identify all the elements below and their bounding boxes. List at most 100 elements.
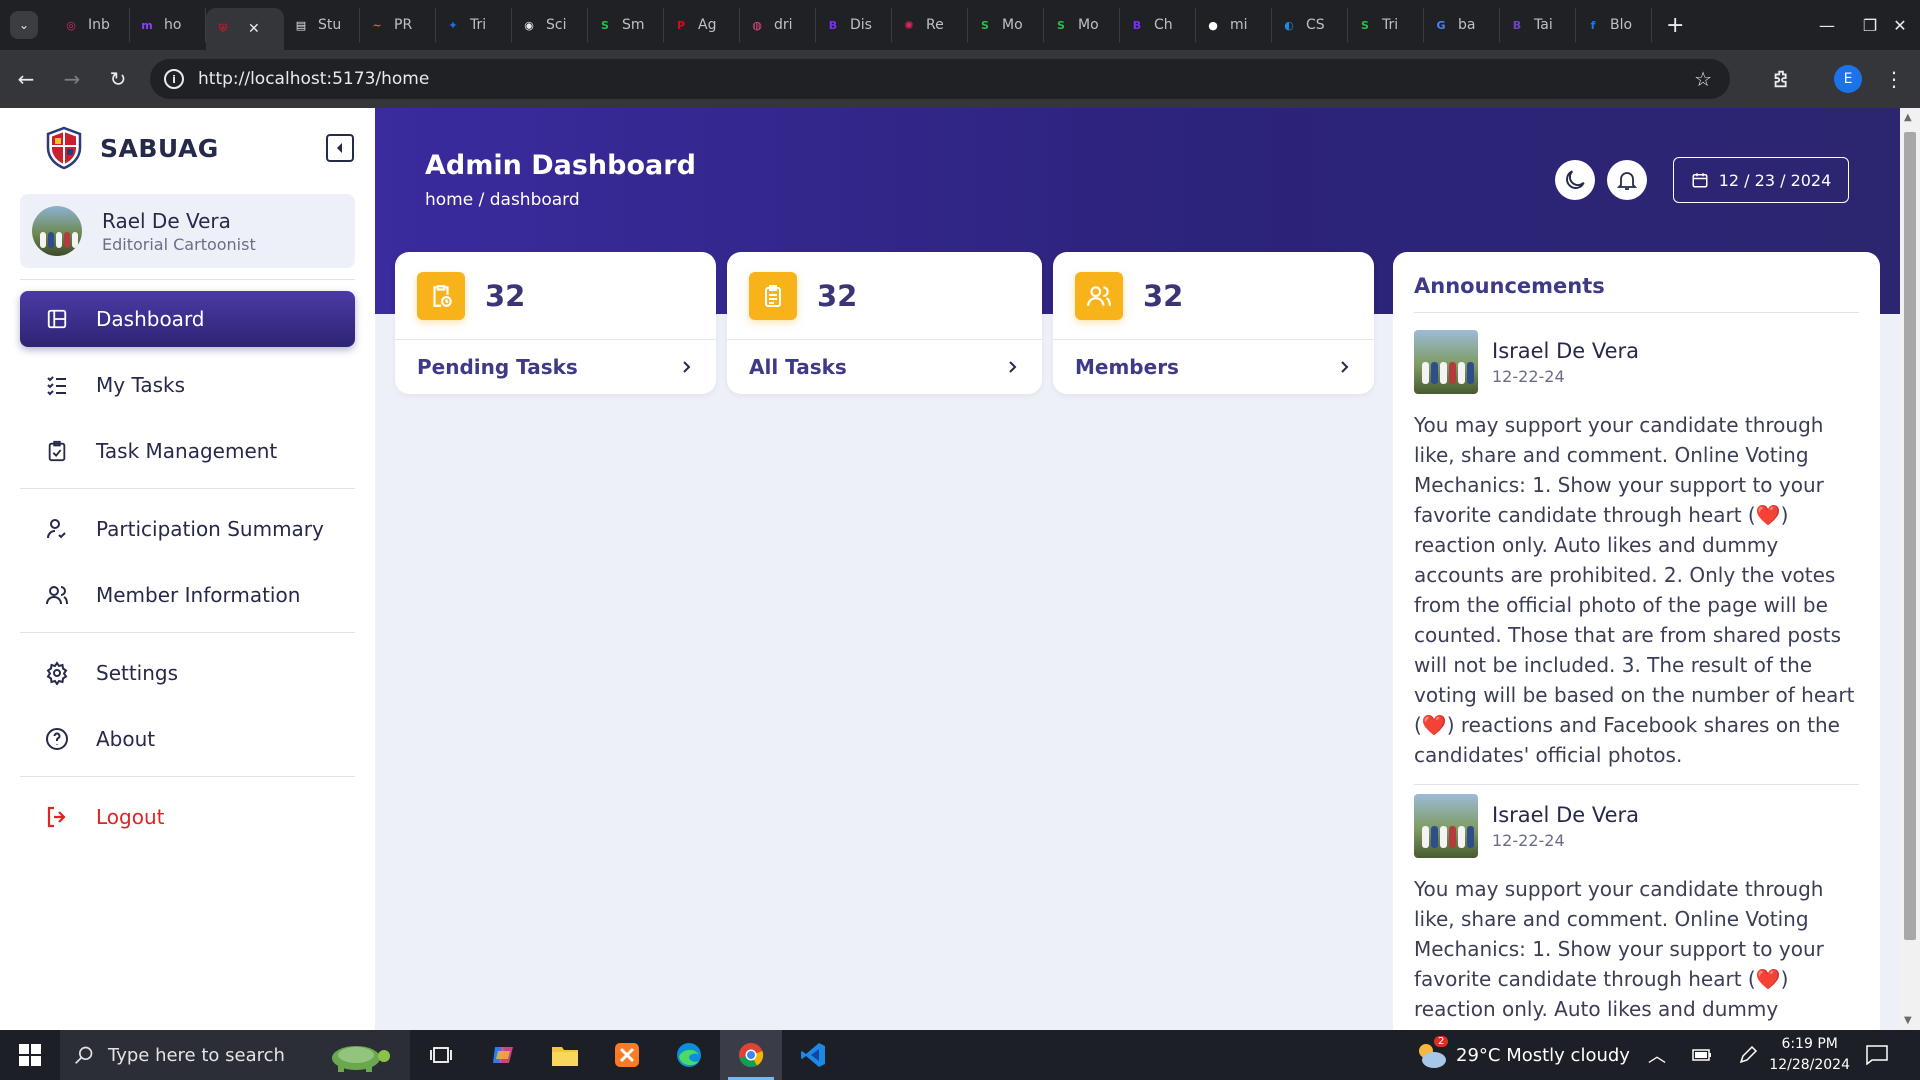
browser-tab[interactable]: f Blo xyxy=(1576,8,1652,42)
brand-name: SABUAG xyxy=(100,133,219,163)
browser-tab[interactable]: ⛨ ✕ xyxy=(206,8,284,50)
taskbar-clock[interactable]: 6:19 PM 12/28/2024 xyxy=(1769,1034,1850,1076)
browser-tab[interactable]: ◐ CS xyxy=(1272,8,1348,42)
sidebar-item-task-management[interactable]: Task Management xyxy=(20,423,355,479)
sidebar-item-logout[interactable]: Logout xyxy=(20,789,355,845)
browser-tab[interactable]: P Ag xyxy=(664,8,740,42)
taskbar-search-box[interactable]: Type here to search xyxy=(60,1030,410,1080)
sidebar-item-member-information[interactable]: Member Information xyxy=(20,567,355,623)
chrome-icon[interactable] xyxy=(720,1030,782,1080)
sidebar-collapse-icon[interactable] xyxy=(326,134,354,162)
stat-card-pending-tasks[interactable]: 32 Pending Tasks xyxy=(395,252,716,394)
tab-favicon-icon: ⛨ xyxy=(218,22,228,35)
tab-label: Blo xyxy=(1610,17,1633,33)
browser-tab[interactable]: ▤ Stu xyxy=(284,8,360,42)
browser-tab[interactable]: B Dis xyxy=(816,8,892,42)
profile-avatar[interactable]: E xyxy=(1828,59,1868,99)
sidebar-item-label: My Tasks xyxy=(96,373,186,397)
sidebar-item-dashboard[interactable]: Dashboard xyxy=(20,291,355,347)
scroll-up-icon[interactable]: ▲ xyxy=(1904,112,1912,123)
clock-time: 6:19 PM xyxy=(1781,1036,1838,1052)
page-scrollbar[interactable]: ▲ ▼ xyxy=(1900,108,1920,1030)
announcements-panel[interactable]: Announcements Israel De Vera 12-22-24 Yo… xyxy=(1393,252,1880,1030)
back-icon[interactable]: ← xyxy=(6,59,46,99)
logout-icon xyxy=(44,804,70,830)
notification-center-icon[interactable] xyxy=(1866,1030,1888,1080)
announcements-title: Announcements xyxy=(1414,274,1605,298)
browser-tab[interactable]: ◎ Inb xyxy=(54,8,130,42)
dark-mode-toggle[interactable] xyxy=(1555,160,1595,200)
tab-search-dropdown-icon[interactable]: ⌄ xyxy=(10,11,38,39)
browser-tab[interactable]: S Mo xyxy=(1044,8,1120,42)
browser-tab[interactable]: ~ PR xyxy=(360,8,436,42)
minimize-icon[interactable]: — xyxy=(1802,0,1852,50)
moon-icon xyxy=(1566,170,1585,189)
scrollbar-thumb[interactable] xyxy=(1904,132,1916,940)
chevron-up-icon[interactable]: ︿ xyxy=(1648,1042,1666,1068)
avatar xyxy=(32,206,82,256)
sidebar-item-participation-summary[interactable]: Participation Summary xyxy=(20,501,355,557)
browser-tab[interactable]: S Sm xyxy=(588,8,664,42)
sidebar-item-my-tasks[interactable]: My Tasks xyxy=(20,357,355,413)
reload-icon[interactable]: ↻ xyxy=(98,59,138,99)
browser-menu-icon[interactable]: ⋮ xyxy=(1874,59,1914,99)
stat-card-members[interactable]: 32 Members xyxy=(1053,252,1374,394)
address-bar[interactable]: i http://localhost:5173/home ☆ xyxy=(150,59,1730,99)
breadcrumb[interactable]: home / dashboard xyxy=(425,190,580,210)
browser-tab[interactable]: ◍ dri xyxy=(740,8,816,42)
new-tab-icon[interactable]: + xyxy=(1666,13,1684,38)
forward-icon[interactable]: → xyxy=(52,59,92,99)
browser-tab[interactable]: m ho xyxy=(130,8,206,42)
browser-tab[interactable]: B Ch xyxy=(1120,8,1196,42)
battery-icon[interactable] xyxy=(1692,1048,1712,1062)
url-text[interactable]: http://localhost:5173/home xyxy=(198,69,429,89)
weather-widget[interactable]: 2 29°C Mostly cloudy xyxy=(1414,1030,1630,1080)
browser-tab[interactable]: B Tai xyxy=(1500,8,1576,42)
start-button[interactable] xyxy=(0,1030,60,1080)
tab-strip: ◎ Inb m ho ⛨ ✕ ▤ Stu ~ PR ✦ Tri ◉ Sci S Sm P Ag ◍ dri B Dis ✺ R… xyxy=(54,0,1652,50)
copilot-icon[interactable] xyxy=(472,1030,534,1080)
bookmark-star-icon[interactable]: ☆ xyxy=(1694,67,1712,91)
file-explorer-icon[interactable] xyxy=(534,1030,596,1080)
browser-tab[interactable]: S Mo xyxy=(968,8,1044,42)
browser-tab[interactable]: S Tri xyxy=(1348,8,1424,42)
xampp-icon[interactable] xyxy=(596,1030,658,1080)
stat-label: Pending Tasks xyxy=(417,355,578,379)
tab-favicon-icon: ◍ xyxy=(752,18,762,32)
edge-icon[interactable] xyxy=(658,1030,720,1080)
task-view-icon[interactable] xyxy=(410,1030,472,1080)
user-check-icon xyxy=(44,516,70,542)
sidebar-item-label: Dashboard xyxy=(96,307,205,331)
sidebar-item-settings[interactable]: Settings xyxy=(20,645,355,701)
browser-tab[interactable]: ● mi xyxy=(1196,8,1272,42)
tab-label: Re xyxy=(926,17,944,33)
user-profile-card[interactable]: Rael De Vera Editorial Cartoonist xyxy=(20,194,355,268)
sidebar-item-label: Participation Summary xyxy=(96,517,324,541)
divider xyxy=(20,279,355,280)
system-tray: ︿ xyxy=(1648,1030,1758,1080)
browser-tab-bar: ⌄ ◎ Inb m ho ⛨ ✕ ▤ Stu ~ PR ✦ Tri ◉ Sci S Sm P Ag ◍ dri B Dis… xyxy=(0,0,1920,50)
dashboard-icon xyxy=(44,306,70,332)
pen-icon[interactable] xyxy=(1738,1045,1758,1065)
divider xyxy=(1414,312,1859,313)
vscode-icon[interactable] xyxy=(782,1030,844,1080)
sidebar-item-about[interactable]: About xyxy=(20,711,355,767)
user-name: Rael De Vera xyxy=(102,208,231,233)
brand[interactable]: SABUAG xyxy=(44,126,219,170)
browser-tab[interactable]: ◉ Sci xyxy=(512,8,588,42)
extensions-icon[interactable] xyxy=(1762,59,1802,99)
tab-close-icon[interactable]: ✕ xyxy=(248,21,260,37)
tab-label: Mo xyxy=(1002,17,1023,33)
stat-card-all-tasks[interactable]: 32 All Tasks xyxy=(727,252,1042,394)
sidebar-item-label: Settings xyxy=(96,661,179,685)
browser-tab[interactable]: Gba xyxy=(1424,8,1500,42)
browser-tab[interactable]: ✦ Tri xyxy=(436,8,512,42)
scroll-down-icon[interactable]: ▼ xyxy=(1904,1015,1912,1026)
stat-label: Members xyxy=(1075,355,1179,379)
window-close-icon[interactable]: ✕ xyxy=(1880,0,1920,50)
notifications-button[interactable] xyxy=(1607,160,1647,200)
date-picker-button[interactable]: 12 / 23 / 2024 xyxy=(1673,157,1849,203)
site-info-icon[interactable]: i xyxy=(164,69,184,89)
browser-tab[interactable]: ✺ Re xyxy=(892,8,968,42)
post-date: 12-22-24 xyxy=(1492,366,1565,386)
